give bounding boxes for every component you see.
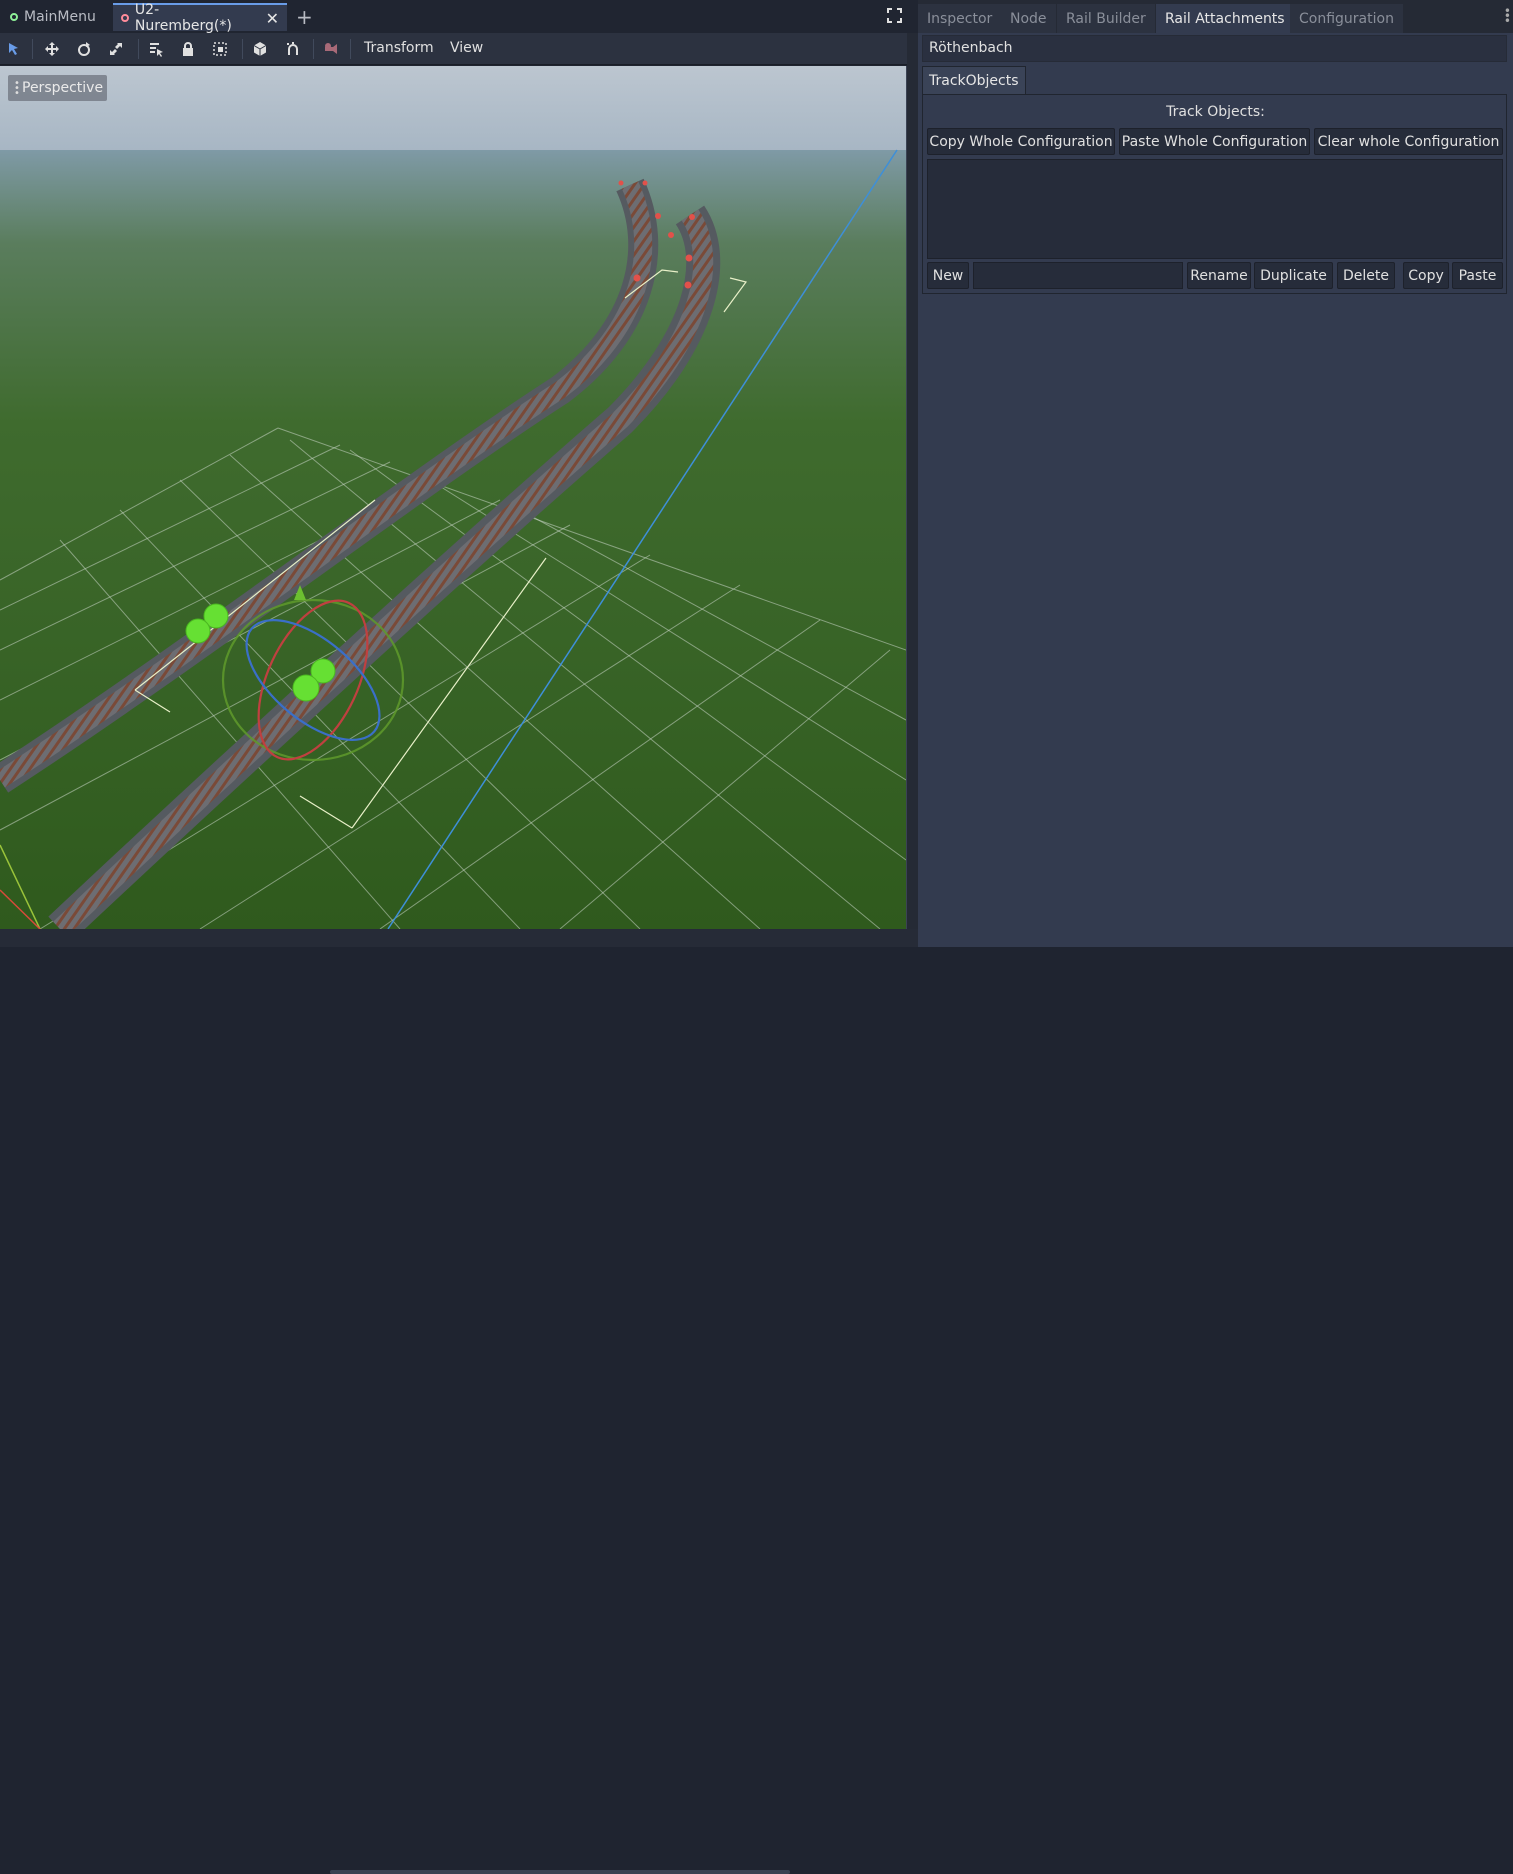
tab-rail-attachments[interactable]: Rail Attachments: [1156, 4, 1294, 33]
scene-tab-mainmenu[interactable]: MainMenu: [2, 3, 104, 31]
dock-splitter[interactable]: [907, 33, 918, 947]
drag-handle-icon: • • •: [14, 77, 20, 99]
right-dock: Inspector Node Rail Builder Rail Attachm…: [918, 0, 1513, 947]
duplicate-button[interactable]: Duplicate: [1254, 262, 1333, 289]
lock-icon[interactable]: [180, 41, 196, 57]
move-icon[interactable]: [44, 41, 60, 57]
transform-menu[interactable]: Transform: [364, 40, 434, 56]
scene-render: [0, 66, 906, 929]
scene-tab-bar: MainMenu U2-Nuremberg(*) ✕ +: [0, 0, 918, 34]
delete-button[interactable]: Delete: [1337, 262, 1395, 289]
rename-button[interactable]: Rename: [1187, 262, 1251, 289]
dock-empty-area: [918, 296, 1513, 947]
scene-icon: [10, 13, 18, 21]
viewport-toolbar: Transform View: [0, 33, 918, 65]
node-name-field: Röthenbach: [922, 35, 1507, 62]
track-object-list[interactable]: [927, 159, 1503, 259]
tab-configuration[interactable]: Configuration: [1290, 4, 1403, 33]
paste-whole-configuration-button[interactable]: Paste Whole Configuration: [1119, 128, 1310, 155]
fullscreen-icon[interactable]: [887, 8, 902, 23]
perspective-menu[interactable]: • • • Perspective: [8, 75, 108, 101]
object-name-input[interactable]: [973, 262, 1183, 289]
clear-whole-configuration-button[interactable]: Clear whole Configuration: [1314, 128, 1503, 155]
scene-tab-label: U2-Nuremberg(*): [134, 2, 232, 34]
dock-menu-icon[interactable]: • • •: [1504, 5, 1511, 27]
perspective-label: Perspective: [22, 80, 104, 96]
camera-icon[interactable]: [323, 41, 339, 57]
scene-tab-u2-nuremberg[interactable]: U2-Nuremberg(*) ✕: [113, 2, 287, 34]
bottom-panel-bar: [0, 929, 918, 1874]
list-select-icon[interactable]: [148, 41, 164, 57]
new-button[interactable]: New: [927, 262, 969, 289]
track-objects-title: Track Objects:: [1166, 104, 1265, 120]
scene-tab-label: MainMenu: [24, 9, 96, 25]
tab-node[interactable]: Node: [1001, 4, 1056, 33]
rotate-icon[interactable]: [76, 41, 92, 57]
3d-viewport[interactable]: • • • Perspective: [0, 66, 907, 929]
copy-button[interactable]: Copy: [1403, 262, 1449, 289]
view-menu[interactable]: View: [450, 40, 483, 56]
group-icon[interactable]: [212, 41, 228, 57]
scene-icon: [121, 14, 129, 22]
dock-tab-bar: Inspector Node Rail Builder Rail Attachm…: [918, 0, 1513, 33]
track-objects-panel: Track Objects: Copy Whole Configuration …: [922, 94, 1507, 294]
close-tab-icon[interactable]: ✕: [266, 9, 279, 28]
paste-button[interactable]: Paste: [1452, 262, 1503, 289]
copy-whole-configuration-button[interactable]: Copy Whole Configuration: [927, 128, 1115, 155]
tab-inspector[interactable]: Inspector: [918, 4, 1002, 33]
tab-rail-builder[interactable]: Rail Builder: [1057, 4, 1155, 33]
select-icon[interactable]: [6, 41, 22, 57]
tab-trackobjects[interactable]: TrackObjects: [922, 66, 1026, 95]
horizontal-scrollbar[interactable]: [330, 1870, 790, 1874]
local-space-icon[interactable]: [252, 41, 268, 57]
add-scene-tab-icon[interactable]: +: [296, 5, 313, 29]
scale-icon[interactable]: [108, 41, 124, 57]
snap-icon[interactable]: [285, 41, 301, 57]
